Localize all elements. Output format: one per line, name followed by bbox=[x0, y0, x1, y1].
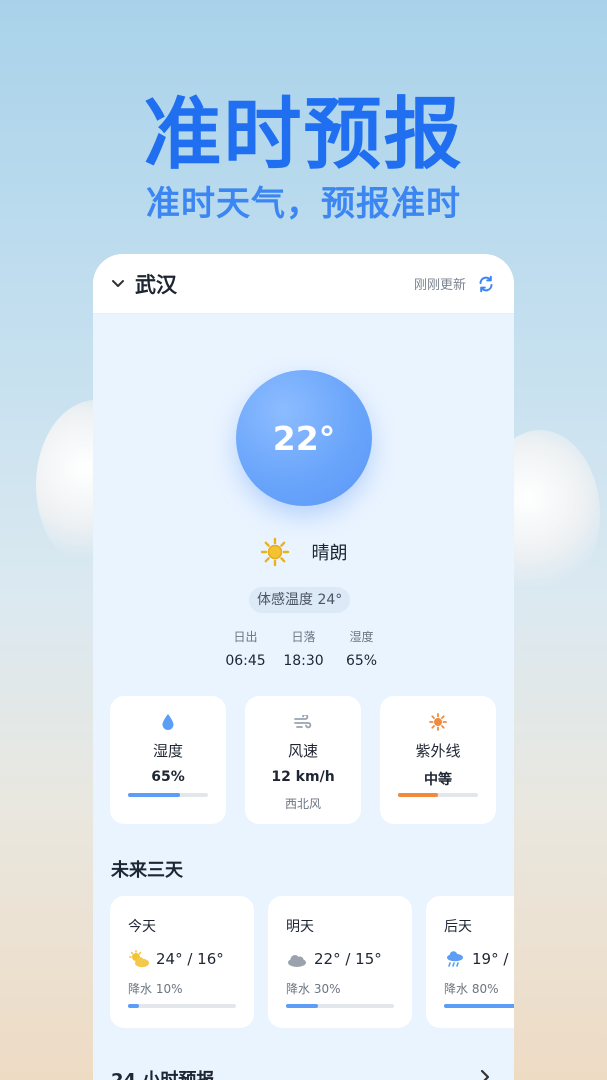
city-selector[interactable]: 武汉 bbox=[135, 269, 177, 299]
forecast-precipitation: 降水 80% bbox=[444, 982, 499, 996]
humidity-progress-bar bbox=[128, 793, 208, 797]
forecast-precipitation: 降水 10% bbox=[128, 982, 183, 996]
forecast-day-name: 后天 bbox=[444, 919, 472, 935]
sunset-info: 日落 18:30 bbox=[275, 628, 333, 669]
uv-card-value: 中等 bbox=[424, 772, 452, 788]
cloud-icon bbox=[288, 955, 306, 967]
wind-card-value: 12 km/h bbox=[271, 769, 335, 785]
humidity-progress-fill bbox=[128, 793, 180, 797]
chevron-right-icon[interactable] bbox=[478, 1068, 492, 1080]
promo-subline: 准时天气，预报准时 bbox=[146, 184, 461, 224]
sunrise-info: 日出 06:45 bbox=[217, 628, 275, 669]
forecast-temp-range: 19° / 1 bbox=[472, 950, 514, 968]
uv-progress-fill bbox=[398, 793, 438, 797]
sunrise-value: 06:45 bbox=[225, 653, 266, 669]
uv-progress-bar bbox=[398, 793, 478, 797]
wind-direction: 西北风 bbox=[284, 797, 321, 811]
forecast-day-card[interactable]: 后天 19° / 1 降水 80% bbox=[426, 896, 514, 1028]
partly-cloudy-icon bbox=[129, 950, 149, 968]
app-screen: 武汉 刚刚更新 22° 晴朗 体感温度 24° 日出 06:45 日落 18:3… bbox=[93, 254, 514, 1080]
refresh-icon[interactable] bbox=[476, 274, 496, 294]
humidity-value: 65% bbox=[345, 653, 378, 669]
forecast-title: 未来三天 bbox=[111, 860, 183, 881]
humidity-info: 湿度 65% bbox=[333, 628, 391, 669]
forecast-temp-range: 22° / 15° bbox=[314, 950, 382, 968]
humidity-card[interactable]: 湿度 65% bbox=[110, 696, 226, 824]
forecast-day-card[interactable]: 今天 24° / 16° 降水 10% bbox=[110, 896, 254, 1028]
wind-card-title: 风速 bbox=[287, 742, 318, 760]
promo-headline: 准时预报 bbox=[143, 90, 464, 180]
forecast-day-name: 今天 bbox=[128, 919, 156, 935]
humidity-label: 湿度 bbox=[349, 630, 374, 644]
forecast-temp-range: 24° / 16° bbox=[156, 950, 224, 968]
uv-card-title: 紫外线 bbox=[415, 742, 461, 760]
condition-text: 晴朗 bbox=[311, 543, 348, 564]
current-temperature: 22° bbox=[236, 370, 372, 506]
precipitation-bar-fill bbox=[128, 1004, 139, 1008]
forecast-day-card[interactable]: 明天 22° / 15° 降水 30% bbox=[268, 896, 412, 1028]
chevron-down-icon[interactable] bbox=[107, 273, 129, 295]
forecast-list[interactable]: 今天 24° / 16° 降水 10% 明天 22° / 15° 降水 30% bbox=[110, 896, 514, 1030]
sunset-label: 日落 bbox=[291, 630, 316, 644]
top-bar: 武汉 刚刚更新 bbox=[93, 254, 514, 314]
precipitation-bar-fill bbox=[444, 1004, 514, 1008]
feels-like-badge: 体感温度 24° bbox=[249, 587, 351, 613]
hourly-forecast-title[interactable]: 24 小时预报 bbox=[111, 1066, 214, 1080]
sun-humidity-summary: 日出 06:45 日落 18:30 湿度 65% bbox=[93, 628, 514, 669]
rain-icon bbox=[447, 951, 463, 967]
update-status: 刚刚更新 bbox=[413, 278, 466, 293]
wind-icon bbox=[245, 712, 361, 732]
forecast-day-name: 明天 bbox=[286, 919, 314, 935]
water-drop-icon bbox=[110, 712, 226, 732]
sunrise-label: 日出 bbox=[233, 630, 258, 644]
uv-card[interactable]: 紫外线 中等 bbox=[380, 696, 496, 824]
humidity-card-title: 湿度 bbox=[152, 742, 183, 760]
sun-icon bbox=[260, 537, 289, 567]
sunset-value: 18:30 bbox=[283, 653, 324, 669]
sun-icon bbox=[380, 712, 496, 732]
wind-card[interactable]: 风速 12 km/h 西北风 bbox=[245, 696, 361, 824]
precipitation-bar bbox=[286, 1004, 394, 1008]
precipitation-bar bbox=[444, 1004, 514, 1008]
current-condition: 晴朗 bbox=[93, 537, 514, 567]
precipitation-bar bbox=[128, 1004, 236, 1008]
humidity-card-value: 65% bbox=[151, 769, 185, 785]
forecast-precipitation: 降水 30% bbox=[286, 982, 341, 996]
precipitation-bar-fill bbox=[286, 1004, 319, 1008]
